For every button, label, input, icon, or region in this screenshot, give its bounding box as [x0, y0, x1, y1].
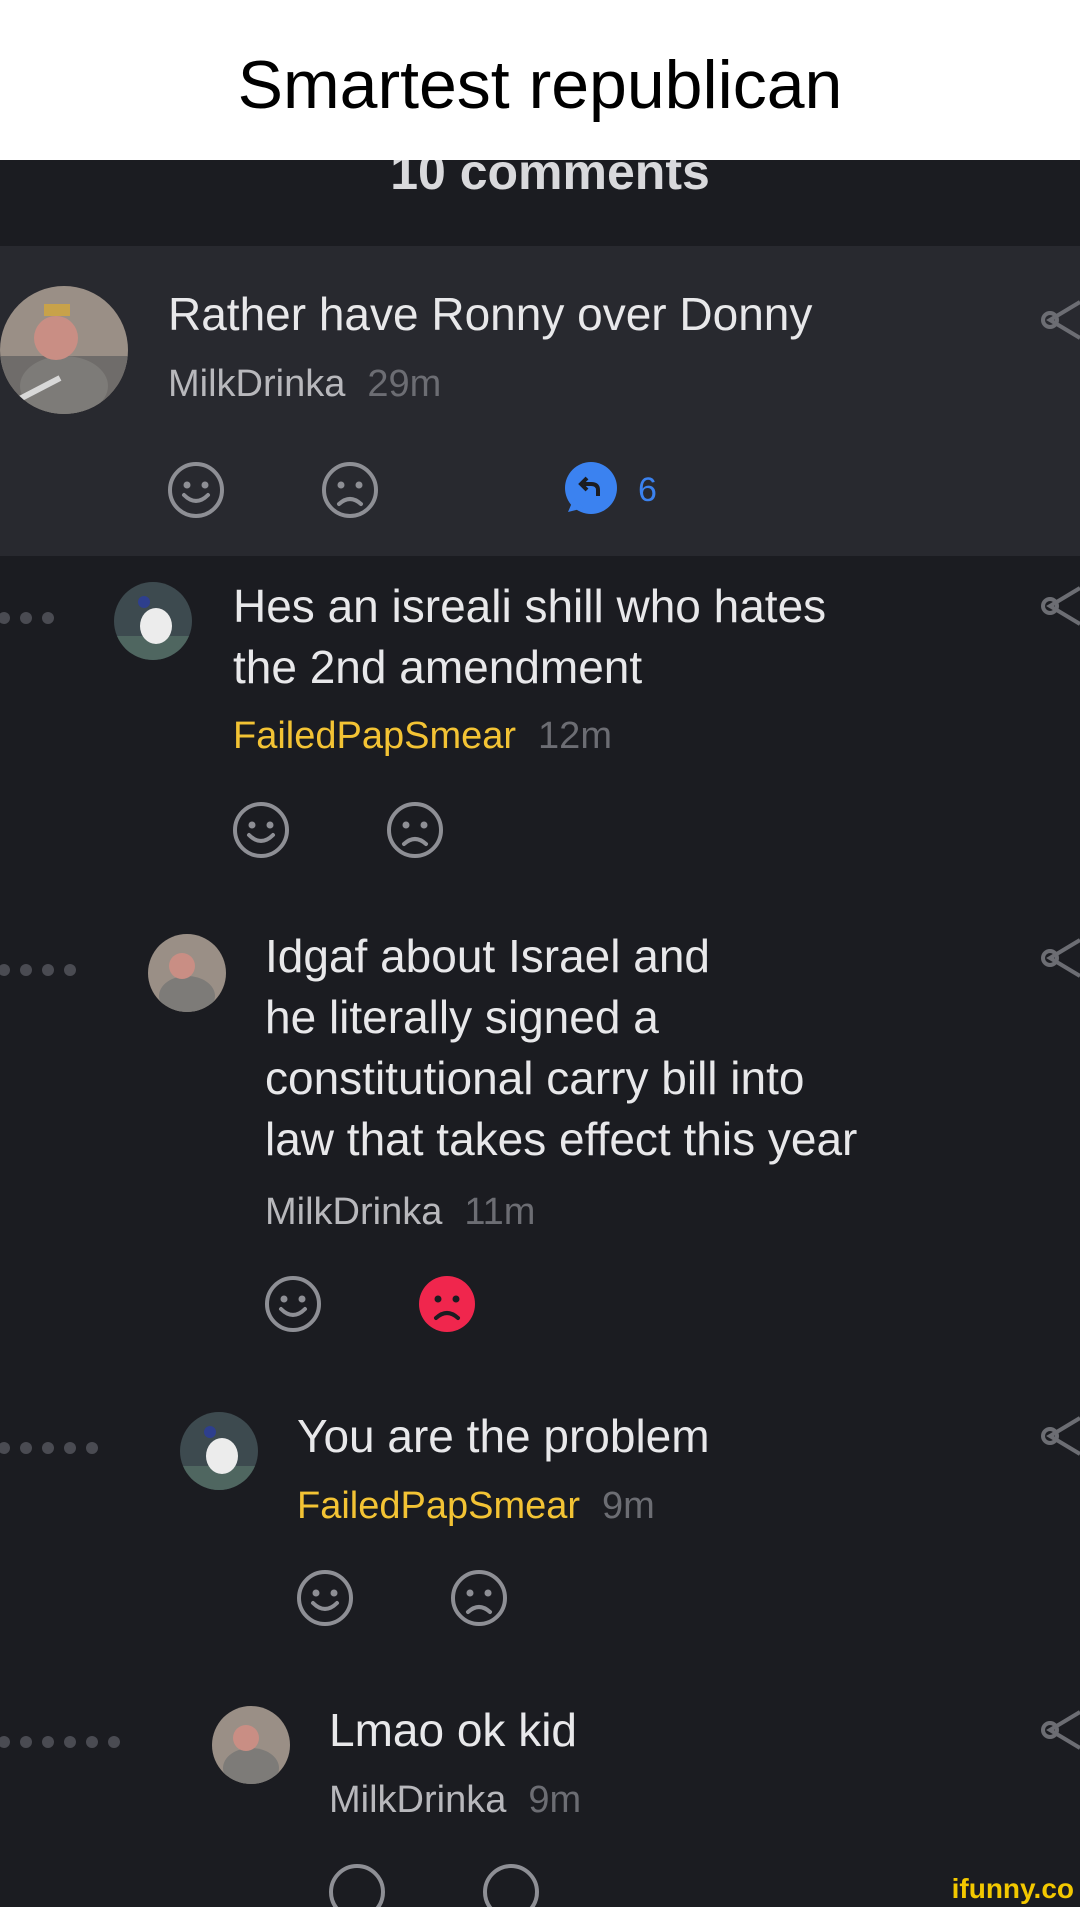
comment-reactions [231, 800, 481, 860]
frown-icon[interactable] [385, 800, 445, 860]
frown-icon[interactable] [481, 1862, 541, 1907]
comment-time: 9m [602, 1485, 655, 1527]
comment-text: Idgaf about Israel and he literally sign… [265, 926, 857, 1170]
comment-time: 9m [528, 1779, 582, 1821]
comment-item: Hes an isreali shill who hates the 2nd a… [0, 556, 1080, 886]
comment-time: 29m [367, 363, 442, 405]
smile-icon[interactable] [231, 800, 291, 860]
user-avatar[interactable] [0, 286, 128, 414]
comment-item: You are the problem FailedPapSmear 9m [0, 1386, 1080, 1676]
reply-bubble-icon[interactable] [560, 460, 620, 520]
comment-item: Lmao ok kid MilkDrinka 9m [0, 1680, 1080, 1907]
share-icon[interactable] [1040, 934, 1080, 982]
comment-text: Hes an isreali shill who hates the 2nd a… [233, 576, 826, 698]
user-avatar[interactable] [212, 1706, 290, 1784]
thread-indent-dots [0, 964, 76, 976]
smile-icon[interactable] [327, 1862, 387, 1907]
comment-text-line: constitutional carry bill into [265, 1052, 805, 1104]
comment-text-line: he literally signed a [265, 991, 659, 1043]
comment-author[interactable]: MilkDrinka [265, 1191, 442, 1233]
comment-reactions: 6 [166, 460, 686, 520]
frown-icon[interactable] [449, 1568, 509, 1628]
share-icon[interactable] [1040, 1412, 1080, 1460]
comment-author[interactable]: FailedPapSmear [297, 1485, 580, 1527]
comment-text-line: Idgaf about Israel and [265, 930, 710, 982]
smile-icon[interactable] [295, 1568, 355, 1628]
thread-indent-dots [0, 612, 54, 624]
comment-author[interactable]: MilkDrinka [329, 1779, 506, 1821]
meme-caption: Smartest republican [0, 0, 1080, 160]
comment-text-line: Hes an isreali shill who hates [233, 580, 827, 632]
comments-screen: 10 comments Rather have Ronny over Donny… [0, 160, 1080, 1907]
user-avatar[interactable] [114, 582, 192, 660]
comment-reactions [327, 1862, 577, 1907]
comment-reactions [263, 1274, 513, 1334]
thread-indent-dots [0, 1442, 98, 1454]
comment-time: 12m [538, 715, 612, 757]
comment-meta: MilkDrinka 9m [329, 1778, 581, 1822]
thread-indent-dots [0, 1736, 120, 1748]
comment-author[interactable]: FailedPapSmear [233, 715, 516, 757]
comment-time: 11m [464, 1191, 536, 1233]
comment-item: Rather have Ronny over Donny MilkDrinka 2… [0, 246, 1080, 556]
smile-icon[interactable] [166, 460, 226, 520]
frown-icon-active[interactable] [417, 1274, 477, 1334]
comment-meta: FailedPapSmear 9m [297, 1484, 655, 1528]
smile-icon[interactable] [263, 1274, 323, 1334]
user-avatar[interactable] [180, 1412, 258, 1490]
user-avatar[interactable] [148, 934, 226, 1012]
comment-text: Lmao ok kid [329, 1704, 578, 1756]
comment-meta: MilkDrinka 11m [265, 1190, 535, 1234]
comment-text-line: the 2nd amendment [233, 641, 643, 693]
frown-icon[interactable] [320, 460, 380, 520]
share-icon[interactable] [1040, 296, 1080, 344]
comment-text-line: law that takes effect this year [265, 1113, 858, 1165]
comment-meta: FailedPapSmear 12m [233, 714, 612, 758]
share-icon[interactable] [1040, 1706, 1080, 1754]
share-icon[interactable] [1040, 582, 1080, 630]
comment-author[interactable]: MilkDrinka [168, 363, 345, 405]
comment-reactions [295, 1568, 545, 1628]
comment-text: Rather have Ronny over Donny [168, 288, 813, 340]
watermark: ifunny.co [951, 1873, 1074, 1904]
reply-count[interactable]: 6 [638, 460, 657, 520]
comment-text: You are the problem [297, 1410, 710, 1462]
comments-count-title: 10 comments [390, 160, 710, 200]
comment-meta: MilkDrinka 29m [168, 362, 441, 406]
